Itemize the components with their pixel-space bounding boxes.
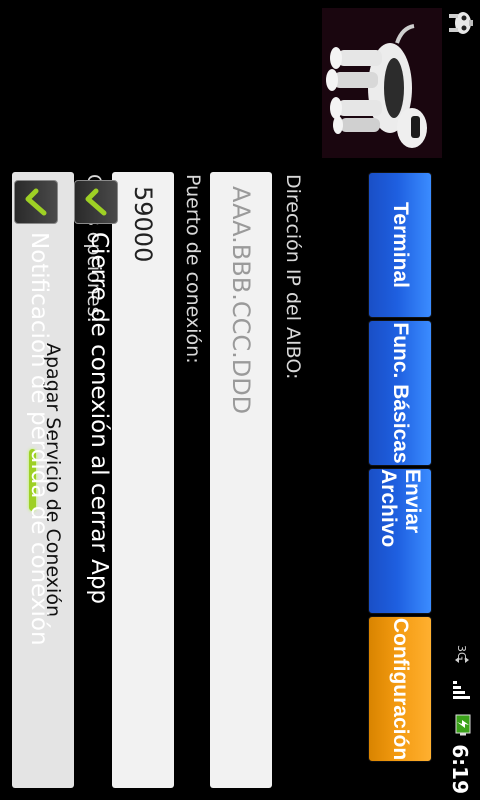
option-label: Cierre de conexión al cerrar App — [86, 232, 112, 605]
checkmark-icon — [85, 188, 107, 216]
option-label: Notificación de pérdida de conexión — [26, 232, 52, 646]
checkbox-connection-loss-notification[interactable] — [14, 180, 58, 224]
options-panel: Cierre de conexión al cerrar App Notific… — [0, 0, 130, 800]
checkmark-icon — [25, 188, 47, 216]
options-layer: Cierre de conexión al cerrar App Notific… — [0, 0, 480, 800]
checkbox-close-on-exit[interactable] — [74, 180, 118, 224]
